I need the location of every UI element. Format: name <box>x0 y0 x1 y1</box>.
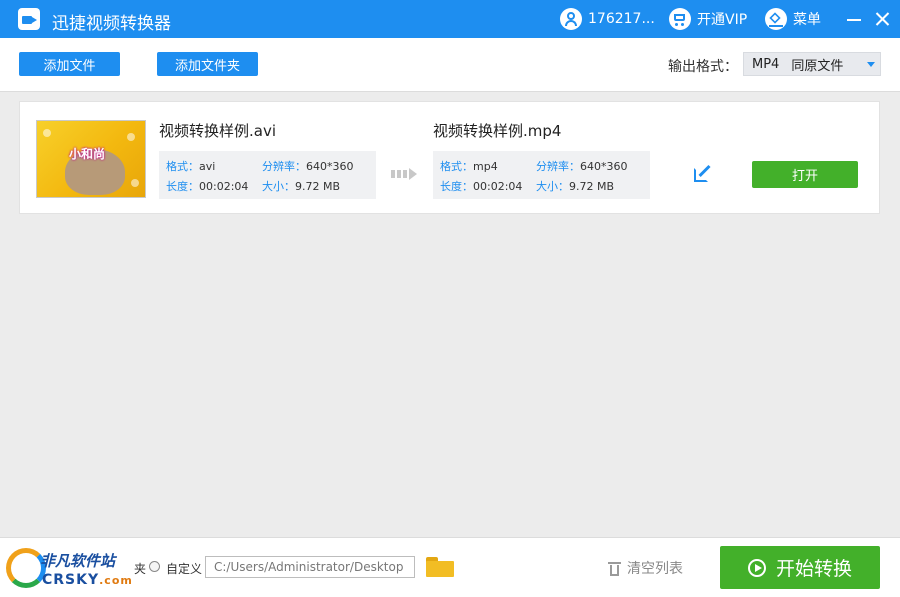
thumbnail-flower-decor <box>127 133 135 141</box>
target-size-value: 9.72 MB <box>569 180 615 193</box>
output-format-label: 输出格式： <box>668 59 738 75</box>
minimize-icon[interactable] <box>844 9 864 29</box>
target-duration-key: 长度： <box>440 180 473 193</box>
cart-icon <box>669 8 691 30</box>
add-folder-button[interactable]: 添加文件夹 <box>157 52 258 76</box>
source-file-name: 视频转换样例.avi <box>159 122 277 140</box>
source-size-value: 9.72 MB <box>295 180 341 193</box>
source-resolution-key: 分辨率： <box>262 160 306 173</box>
source-duration-key: 长度： <box>166 180 199 193</box>
app-logo-icon <box>18 8 40 30</box>
target-file-name: 视频转换样例.mp4 <box>433 122 562 140</box>
original-folder-label-fragment: 夹 <box>134 562 147 576</box>
start-convert-label: 开始转换 <box>775 558 852 580</box>
menu-label: 菜单 <box>793 12 821 28</box>
toolbar: 添加文件 添加文件夹 输出格式： MP4 同原文件 <box>0 38 900 92</box>
clear-list-label: 清空列表 <box>627 561 683 577</box>
thumbnail-flower-decor <box>43 129 51 137</box>
user-account-button[interactable]: 176217... <box>560 7 655 31</box>
convert-arrow-icon <box>391 168 419 180</box>
target-format-key: 格式： <box>440 160 473 173</box>
target-duration-value: 00:02:04 <box>473 180 523 193</box>
watermark-text-line1: 非凡软件站 <box>40 552 116 570</box>
app-title: 迅捷视频转换器 <box>52 14 171 34</box>
custom-dir-radio[interactable] <box>149 561 160 572</box>
menu-layers-icon <box>765 8 787 30</box>
target-format-value: mp4 <box>473 160 498 173</box>
title-bar: 迅捷视频转换器 176217... 开通VIP 菜单 <box>0 0 900 38</box>
output-path-input[interactable] <box>205 556 415 578</box>
source-format-key: 格式： <box>166 160 199 173</box>
menu-button[interactable]: 菜单 <box>765 7 821 31</box>
file-list-item: 小和尚 视频转换样例.avi 格式：avi 分辨率：640*360 长度：00:… <box>19 101 880 214</box>
edit-settings-icon[interactable] <box>694 166 712 184</box>
bottom-bar: 非凡软件站 CRSKY.com 夹 自定义 清空列表 开始转换 <box>0 537 900 597</box>
source-info-box: 格式：avi 分辨率：640*360 长度：00:02:04 大小：9.72 M… <box>159 151 376 199</box>
clear-list-button[interactable]: 清空列表 <box>608 558 683 578</box>
chevron-down-icon <box>867 62 875 67</box>
source-resolution-value: 640*360 <box>306 160 354 173</box>
output-format-select[interactable]: MP4 同原文件 <box>743 52 881 76</box>
watermark-logo: 非凡软件站 CRSKY.com <box>4 544 144 592</box>
add-file-button[interactable]: 添加文件 <box>19 52 120 76</box>
thumbnail-title: 小和尚 <box>69 147 106 161</box>
user-id-label: 176217... <box>588 11 655 27</box>
target-resolution-value: 640*360 <box>580 160 628 173</box>
open-button[interactable]: 打开 <box>752 161 858 188</box>
source-duration-value: 00:02:04 <box>199 180 249 193</box>
file-list: 小和尚 视频转换样例.avi 格式：avi 分辨率：640*360 长度：00:… <box>0 93 900 537</box>
video-thumbnail: 小和尚 <box>36 120 146 198</box>
watermark-text-line2: CRSKY.com <box>42 572 133 588</box>
vip-label: 开通VIP <box>697 12 748 28</box>
close-icon[interactable] <box>872 9 892 29</box>
target-size-key: 大小： <box>536 180 569 193</box>
source-size-key: 大小： <box>262 180 295 193</box>
target-resolution-key: 分辨率： <box>536 160 580 173</box>
user-icon <box>560 8 582 30</box>
start-convert-button[interactable]: 开始转换 <box>720 546 880 589</box>
output-format-value: MP4 <box>752 56 780 72</box>
thumbnail-flower-decor <box>131 179 139 187</box>
vip-button[interactable]: 开通VIP <box>669 7 747 31</box>
custom-dir-label: 自定义 <box>166 562 203 576</box>
source-format-value: avi <box>199 160 216 173</box>
output-quality-value: 同原文件 <box>791 58 844 74</box>
target-info-box: 格式：mp4 分辨率：640*360 长度：00:02:04 大小：9.72 M… <box>433 151 650 199</box>
play-icon <box>747 558 766 577</box>
trash-icon <box>608 561 621 576</box>
folder-icon[interactable] <box>426 557 454 577</box>
